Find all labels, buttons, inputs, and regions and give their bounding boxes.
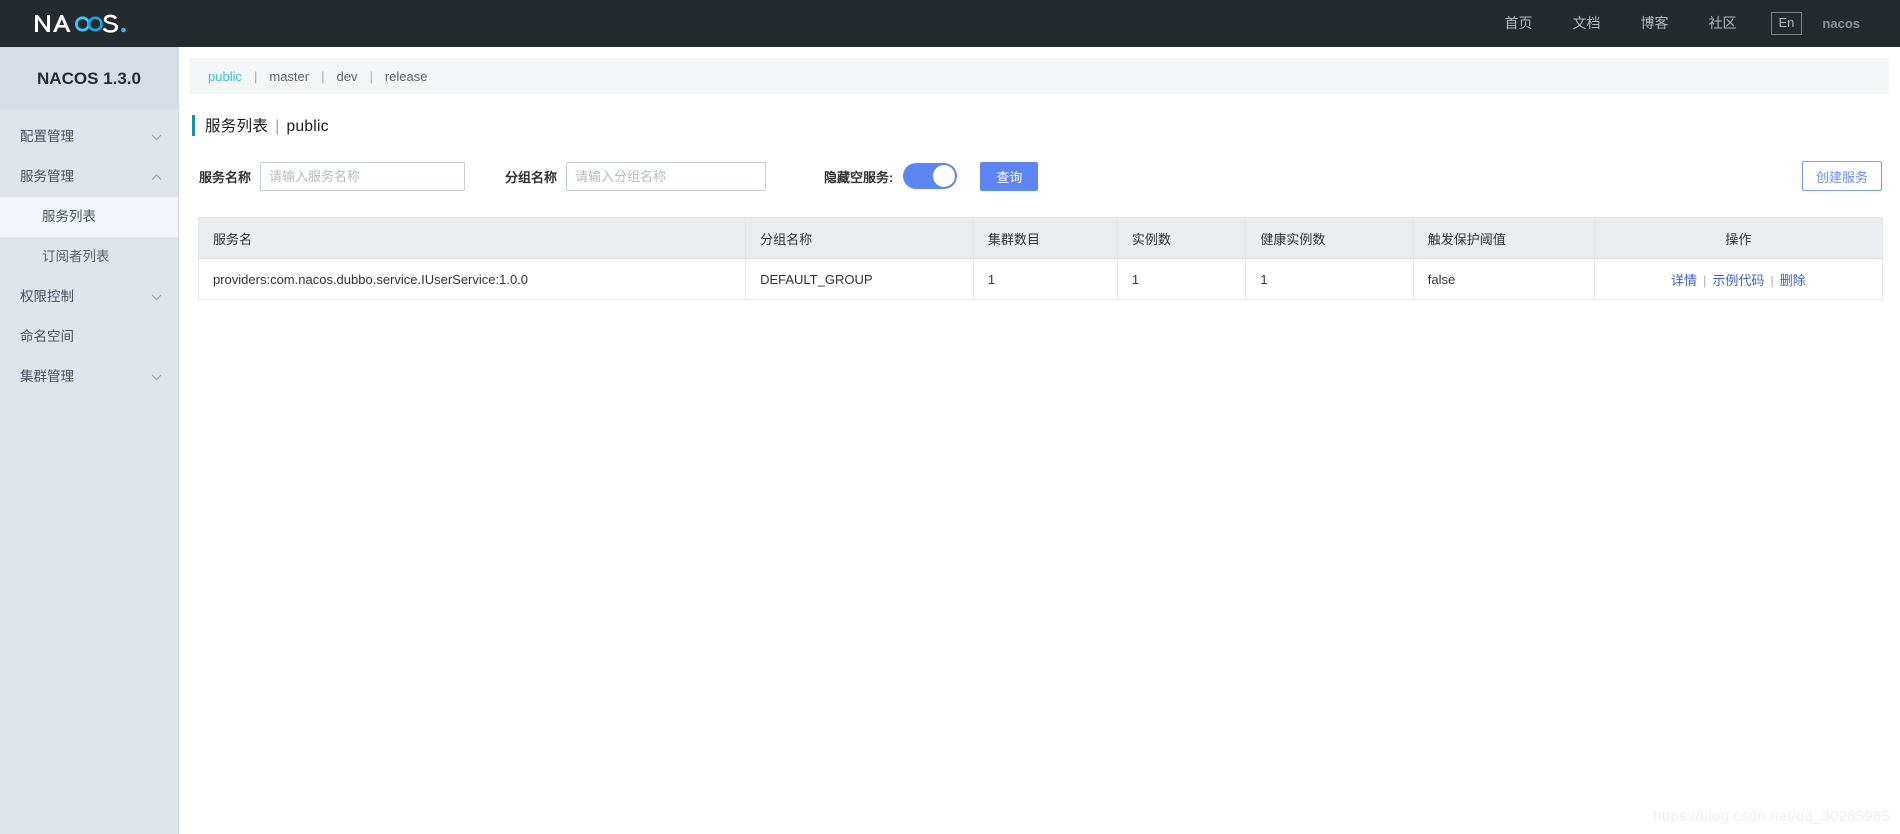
column-header-operations[interactable]: 操作 [1593,217,1884,259]
sidebar-item-service-management[interactable]: 服务管理 [0,157,178,197]
column-header-service-name[interactable]: 服务名 [197,217,747,259]
table-header-row: 服务名 分组名称 集群数目 实例数 健康实例数 触发保护阈值 操作 [197,217,1884,259]
nacos-logo[interactable] [33,0,153,47]
action-separator: | [1703,272,1707,288]
delete-link[interactable]: 删除 [1780,273,1806,288]
query-button[interactable]: 查询 [980,161,1039,191]
namespace-separator: | [369,68,373,84]
top-nav: 首页 文档 博客 社区 En nacos [1485,0,1868,47]
chevron-down-icon [151,277,162,317]
sidebar-version-title: NACOS 1.3.0 [0,47,178,110]
column-header-protect-threshold[interactable]: 触发保护阈值 [1412,217,1595,259]
chevron-down-icon [151,117,162,157]
service-table: 服务名 分组名称 集群数目 实例数 健康实例数 触发保护阈值 操作 provid… [197,217,1884,300]
nacos-logo-icon [35,14,126,33]
column-header-healthy-instance-count[interactable]: 健康实例数 [1245,217,1414,259]
topnav-item-blog[interactable]: 博客 [1621,0,1689,47]
namespace-tab-public[interactable]: public [206,69,244,84]
group-name-label: 分组名称 [505,169,558,185]
namespace-tabs: public | master | dev | release [190,58,1889,94]
namespace-separator: | [321,68,325,84]
chevron-up-icon [151,157,162,197]
top-header: 首页 文档 博客 社区 En nacos [0,0,1900,47]
sidebar-item-label: 配置管理 [20,129,74,144]
user-menu[interactable]: nacos [1822,16,1868,31]
hide-empty-service-toggle[interactable] [903,163,958,189]
sidebar-item-config-management[interactable]: 配置管理 [0,117,178,157]
page-title-row: 服务列表 | public [192,113,1900,137]
cell-instance-count: 1 [1116,258,1247,300]
namespace-tab-master[interactable]: master [267,69,311,84]
group-name-input[interactable] [566,161,767,191]
cell-healthy-instance-count: 1 [1245,258,1414,300]
page-title: 服务列表 | public [205,114,329,136]
filter-toolbar: 服务名称 分组名称 隐藏空服务: 查询 创建服务 [179,160,1900,192]
table-row[interactable]: providers:com.nacos.dubbo.service.IUserS… [197,258,1884,300]
sample-code-link[interactable]: 示例代码 [1712,273,1764,288]
cell-group-name: DEFAULT_GROUP [745,258,974,300]
sidebar-item-service-list[interactable]: 服务列表 [0,197,178,237]
create-service-button[interactable]: 创建服务 [1801,161,1882,191]
namespace-separator: | [253,68,258,84]
sidebar-item-label: 命名空间 [20,329,74,344]
cell-service-name: providers:com.nacos.dubbo.service.IUserS… [197,258,747,300]
service-name-label: 服务名称 [199,169,252,185]
column-header-group-name[interactable]: 分组名称 [745,217,974,259]
page-title-namespace: public [286,118,329,135]
column-header-instance-count[interactable]: 实例数 [1116,217,1247,259]
hide-empty-service-label: 隐藏空服务: [824,169,894,185]
sidebar: NACOS 1.3.0 配置管理 服务管理 服务列表 订阅者列表 权限控制 命名… [0,47,179,834]
toggle-knob [933,165,956,187]
cell-operations: 详情 | 示例代码 | 删除 [1593,258,1884,300]
title-accent-bar [192,114,195,136]
page-title-text: 服务列表 [205,118,269,135]
detail-link[interactable]: 详情 [1671,273,1697,288]
sidebar-item-authority-control[interactable]: 权限控制 [0,277,178,317]
topnav-item-home[interactable]: 首页 [1485,0,1553,47]
service-table-body: providers:com.nacos.dubbo.service.IUserS… [197,258,1884,300]
sidebar-item-subscriber-list[interactable]: 订阅者列表 [0,237,178,277]
topnav-item-community[interactable]: 社区 [1689,0,1757,47]
service-table-wrapper: 服务名 分组名称 集群数目 实例数 健康实例数 触发保护阈值 操作 provid… [197,217,1884,300]
main-content: public | master | dev | release 服务列表 | pub… [179,47,1900,834]
action-separator: | [1770,272,1774,288]
cell-protect-threshold: false [1412,258,1595,300]
sidebar-item-namespace[interactable]: 命名空间 [0,317,178,357]
chevron-down-icon [151,357,162,397]
language-toggle-button[interactable]: En [1770,12,1803,35]
namespace-tab-dev[interactable]: dev [334,69,359,84]
watermark: https://blog.csdn.net/qq_30285985 [1653,808,1890,825]
sidebar-item-label: 权限控制 [20,289,74,304]
sidebar-item-cluster-management[interactable]: 集群管理 [0,357,178,397]
sidebar-item-label: 服务管理 [20,169,74,184]
cell-cluster-count: 1 [972,258,1118,300]
page-title-separator: | [275,118,280,135]
column-header-cluster-count[interactable]: 集群数目 [972,217,1118,259]
namespace-tab-release[interactable]: release [383,69,430,84]
sidebar-item-label: 集群管理 [20,369,74,384]
service-name-input[interactable] [260,161,466,191]
topnav-item-docs[interactable]: 文档 [1553,0,1621,47]
service-table-header: 服务名 分组名称 集群数目 实例数 健康实例数 触发保护阈值 操作 [197,217,1884,259]
